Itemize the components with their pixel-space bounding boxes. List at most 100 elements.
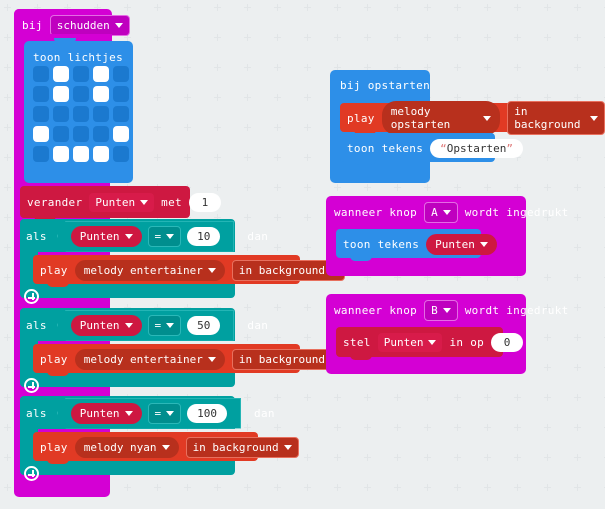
on-button-b-dropdown[interactable]: B (424, 299, 458, 321)
if-1-then-label: dan (247, 229, 269, 243)
on-shake-event-dropdown[interactable]: schudden (49, 14, 130, 36)
play-melody-3-row: play melody nyan in background (40, 436, 299, 458)
led-0-1[interactable] (53, 66, 69, 82)
show-number-a-tab (350, 256, 372, 261)
led-4-0[interactable] (33, 146, 49, 162)
change-variable-value[interactable]: 1 (188, 193, 221, 212)
set-variable-dropdown[interactable]: Punten (377, 333, 443, 352)
if-3-add-button[interactable] (24, 466, 39, 481)
play-melody-2-mode-label: in background (238, 352, 326, 366)
play-melody-start-mode[interactable]: in background (507, 101, 605, 135)
play-melody-2-tab (47, 371, 69, 376)
led-2-2[interactable] (73, 106, 89, 122)
chevron-down-icon (479, 241, 488, 247)
led-1-0[interactable] (33, 86, 49, 102)
led-1-2[interactable] (73, 86, 89, 102)
led-3-2[interactable] (73, 126, 89, 142)
play-melody-3-dropdown[interactable]: melody nyan (74, 436, 179, 458)
play-melody-2-dropdown[interactable]: melody entertainer (74, 348, 225, 370)
chevron-down-icon (483, 115, 492, 121)
change-variable-by-label: met (161, 196, 182, 209)
if-2-keyword: als (26, 318, 47, 332)
play-melody-3-keyword: play (40, 440, 68, 454)
show-number-a-variable-pill[interactable]: Punten (426, 233, 497, 255)
chevron-down-icon (140, 200, 149, 205)
if-2-operator-label: = (154, 318, 162, 332)
play-melody-1-name: melody entertainer (83, 263, 203, 277)
if-2-header-row: als Punten = 50 dan (26, 309, 269, 341)
if-3-right-operand[interactable]: 100 (187, 403, 228, 423)
change-variable-name: Punten (95, 196, 136, 209)
if-2-then-label: dan (247, 318, 269, 332)
show-leds-notch (54, 38, 76, 44)
quote-close-icon: ” (506, 141, 514, 155)
play-melody-1-keyword: play (40, 263, 68, 277)
show-string-value-field[interactable]: “ Opstarten ” (430, 138, 524, 158)
chevron-down-icon (166, 233, 175, 239)
play-melody-1-tab (47, 282, 69, 287)
change-variable-row: verander Punten met 1 (27, 193, 221, 212)
on-button-a-dropdown[interactable]: A (424, 201, 458, 223)
led-3-0[interactable] (33, 126, 49, 142)
led-1-1[interactable] (53, 86, 69, 102)
play-melody-start-mode-label: in background (514, 105, 581, 131)
on-button-b-hat-row: wanneer knop B wordt ingedrukt (334, 299, 569, 321)
if-1-add-button[interactable] (24, 289, 39, 304)
led-matrix[interactable] (33, 66, 129, 162)
change-variable-dropdown[interactable]: Punten (89, 193, 155, 212)
on-button-b-prefix: wanneer knop (334, 303, 418, 317)
set-variable-tab (350, 355, 372, 360)
led-3-3[interactable] (93, 126, 109, 142)
if-3-then-label: dan (254, 406, 275, 420)
quote-open-icon: “ (440, 141, 447, 155)
if-2-add-button[interactable] (24, 378, 39, 393)
led-2-3[interactable] (93, 106, 109, 122)
if-1-right-operand[interactable]: 10 (187, 226, 221, 246)
set-variable-value[interactable]: 0 (491, 333, 524, 352)
chevron-down-icon (442, 209, 451, 215)
play-melody-start-name: melody opstarten (390, 105, 451, 131)
led-0-4[interactable] (113, 66, 129, 82)
if-2-condition[interactable]: Punten = 50 (56, 309, 235, 341)
led-2-1[interactable] (53, 106, 69, 122)
play-melody-1-row: play melody entertainer in background (40, 259, 346, 281)
led-4-1[interactable] (53, 146, 69, 162)
play-melody-3-mode[interactable]: in background (185, 436, 299, 458)
show-string-keyword: toon tekens (347, 141, 424, 155)
chevron-down-icon (207, 267, 216, 273)
if-1-condition[interactable]: Punten = 10 (56, 220, 235, 252)
chevron-down-icon (124, 410, 133, 416)
set-variable-keyword: stel (343, 336, 371, 349)
show-number-a-row: toon tekens Punten (343, 233, 497, 255)
led-2-4[interactable] (113, 106, 129, 122)
if-2-operator-dropdown[interactable]: = (147, 314, 182, 336)
on-button-b-suffix: wordt ingedrukt (464, 303, 569, 317)
if-2-left-operand[interactable]: Punten (70, 314, 142, 336)
if-3-left-operand[interactable]: Punten (70, 402, 142, 424)
play-melody-start-dropdown[interactable]: melody opstarten (381, 101, 501, 135)
led-4-4[interactable] (113, 146, 129, 162)
led-2-0[interactable] (33, 106, 49, 122)
led-4-3[interactable] (93, 146, 109, 162)
if-3-operator-dropdown[interactable]: = (147, 402, 182, 424)
if-1-left-operand[interactable]: Punten (70, 225, 142, 247)
set-variable-to-label: in op (449, 336, 485, 349)
play-melody-1-dropdown[interactable]: melody entertainer (74, 259, 225, 281)
on-button-a-hat-row: wanneer knop A wordt ingedrukt (334, 201, 569, 223)
led-3-4[interactable] (113, 126, 129, 142)
set-variable-row: stel Punten in op 0 (343, 333, 524, 352)
if-3-condition[interactable]: Punten = 100 (56, 397, 242, 429)
led-1-4[interactable] (113, 86, 129, 102)
led-0-3[interactable] (93, 66, 109, 82)
if-1-operator-dropdown[interactable]: = (147, 225, 182, 247)
led-3-1[interactable] (53, 126, 69, 142)
led-1-3[interactable] (93, 86, 109, 102)
led-0-2[interactable] (73, 66, 89, 82)
led-4-2[interactable] (73, 146, 89, 162)
show-string-row: toon tekens “ Opstarten ” (347, 138, 524, 158)
blocks-workspace[interactable]: bij schudden toon lichtjes verander Punt… (0, 0, 605, 509)
if-2-right-operand[interactable]: 50 (187, 315, 221, 335)
on-button-b-button-label: B (431, 303, 438, 317)
led-0-0[interactable] (33, 66, 49, 82)
chevron-down-icon (124, 322, 133, 328)
